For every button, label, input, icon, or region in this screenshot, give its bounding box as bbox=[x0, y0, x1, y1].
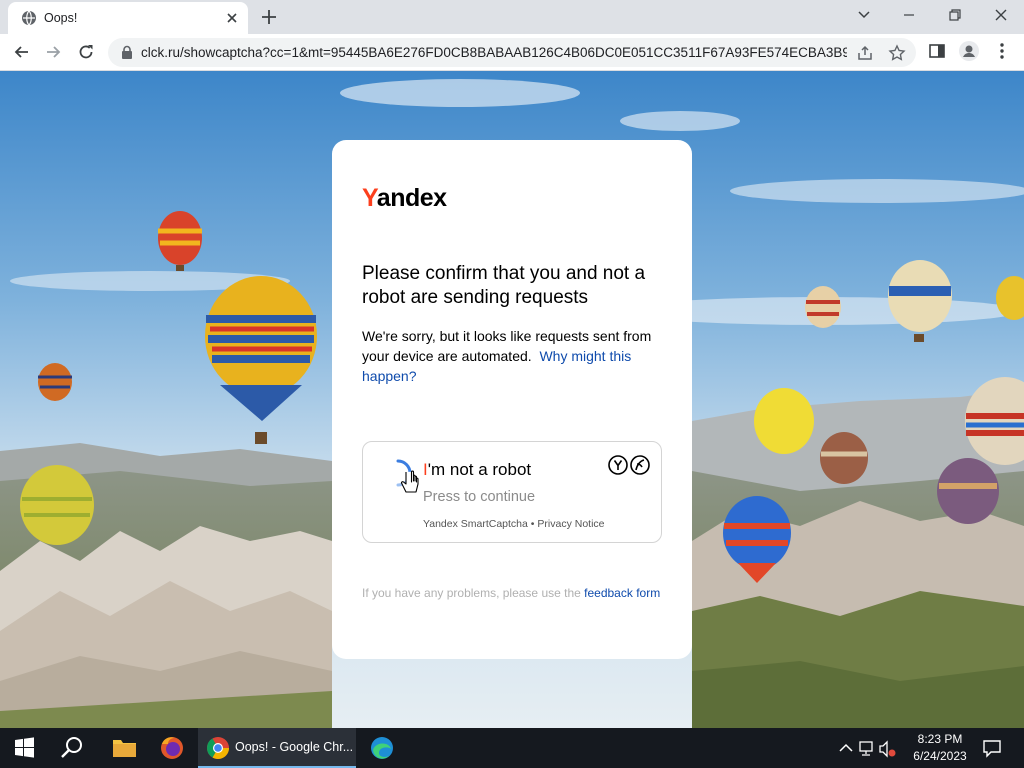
captcha-card: Yandex Please confirm that you and not a… bbox=[332, 140, 692, 659]
browser-toolbar: clck.ru/showcaptcha?cc=1&mt=95445BA6E276… bbox=[0, 34, 1024, 71]
folder-icon bbox=[113, 740, 136, 757]
firefox-button[interactable] bbox=[150, 728, 194, 768]
taskbar-clock[interactable]: 8:23 PM 6/24/2023 bbox=[900, 731, 980, 765]
start-button[interactable] bbox=[0, 728, 48, 768]
minimize-icon[interactable] bbox=[897, 5, 921, 25]
lock-icon[interactable] bbox=[120, 45, 134, 60]
side-panel-icon[interactable] bbox=[928, 42, 946, 60]
restore-icon[interactable] bbox=[943, 5, 967, 25]
browser-tab[interactable]: Oops! bbox=[8, 2, 248, 34]
back-arrow-icon[interactable] bbox=[12, 42, 32, 62]
address-bar[interactable]: clck.ru/showcaptcha?cc=1&mt=95445BA6E276… bbox=[108, 38, 916, 67]
smartcaptcha-logo-icon bbox=[608, 455, 650, 475]
forward-arrow-icon[interactable] bbox=[43, 42, 63, 62]
yandex-logo: Yandex bbox=[362, 184, 447, 212]
search-button[interactable] bbox=[50, 728, 94, 768]
edge-icon bbox=[371, 737, 393, 759]
clock-date: 6/24/2023 bbox=[913, 749, 967, 763]
close-tab-icon[interactable] bbox=[224, 10, 240, 26]
close-window-icon[interactable] bbox=[989, 5, 1013, 25]
search-icon bbox=[61, 737, 82, 758]
windows-logo-icon bbox=[15, 737, 34, 758]
page-viewport: Yandex Please confirm that you and not a… bbox=[0, 71, 1024, 728]
url-text[interactable]: clck.ru/showcaptcha?cc=1&mt=95445BA6E276… bbox=[141, 45, 847, 60]
reload-icon[interactable] bbox=[76, 42, 96, 62]
captcha-footer: Yandex SmartCaptcha • Privacy Notice bbox=[423, 518, 605, 530]
system-tray-icons bbox=[839, 740, 896, 758]
notification-icon[interactable] bbox=[982, 738, 1002, 758]
page-title: Please confirm that you and not a robot … bbox=[362, 263, 646, 308]
not-a-robot-label[interactable]: I'm not a robot bbox=[423, 460, 531, 480]
globe-icon bbox=[22, 10, 36, 26]
smartcaptcha-checkbox-widget[interactable]: I'm not a robot Press to continue Yandex… bbox=[362, 441, 662, 543]
smartcaptcha-brand[interactable]: Yandex SmartCaptcha bbox=[423, 518, 528, 530]
chrome-taskbar-label: Oops! - Google Chr... bbox=[235, 740, 354, 754]
description-text: We're sorry, but it looks like requests … bbox=[362, 328, 652, 384]
browser-tab-strip: Oops! bbox=[0, 0, 1024, 34]
feedback-text: If you have any problems, please use the… bbox=[362, 586, 661, 600]
tab-title: Oops! bbox=[44, 11, 78, 25]
windows-taskbar: Oops! - Google Chr... 8:23 PM 6/24/2023 bbox=[0, 728, 1024, 768]
chrome-icon bbox=[207, 737, 229, 759]
new-tab-icon[interactable] bbox=[260, 8, 278, 26]
edge-button[interactable] bbox=[360, 728, 404, 768]
hand-cursor-icon bbox=[400, 470, 419, 493]
chrome-taskbar-button[interactable]: Oops! - Google Chr... bbox=[198, 728, 356, 768]
press-to-continue-label: Press to continue bbox=[423, 489, 536, 505]
privacy-notice-link[interactable]: Privacy Notice bbox=[537, 518, 604, 530]
kebab-menu-icon[interactable] bbox=[994, 42, 1010, 60]
feedback-form-link[interactable]: feedback form bbox=[584, 586, 660, 600]
bookmark-star-icon[interactable] bbox=[888, 44, 906, 62]
file-explorer-button[interactable] bbox=[102, 728, 146, 768]
firefox-icon bbox=[161, 737, 183, 759]
share-icon[interactable] bbox=[856, 44, 874, 62]
profile-avatar-icon[interactable] bbox=[959, 41, 979, 61]
chevron-down-icon[interactable] bbox=[852, 5, 876, 25]
clock-time: 8:23 PM bbox=[917, 732, 963, 746]
